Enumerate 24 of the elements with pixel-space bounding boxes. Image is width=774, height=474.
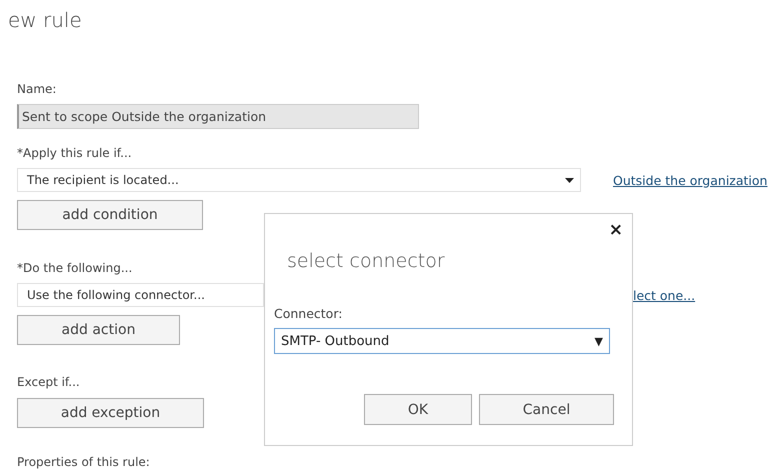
add-button[interactable]: add exception <box>17 398 204 428</box>
caret-icon: ▼ <box>594 334 603 348</box>
dropdown-value: Use the following connector... <box>27 288 205 302</box>
field-label: Connector: <box>274 306 342 323</box>
dialog-title: select connector <box>287 250 446 274</box>
field-label: Except if... <box>17 374 80 391</box>
connector-select[interactable]: SMTP- Outbound ▼ <box>274 328 610 354</box>
section-label: Properties of this rule: <box>17 454 150 471</box>
dropdown-field[interactable]: The recipient is located... <box>17 168 581 192</box>
dropdown-value: The recipient is located... <box>27 173 179 187</box>
link[interactable]: lect one... <box>633 288 696 302</box>
caret-icon <box>565 178 574 182</box>
dropdown-field[interactable]: Use the following connector... <box>17 283 264 307</box>
page-title: ew rule <box>7 7 83 34</box>
add-button[interactable]: add action <box>17 315 180 345</box>
field-label: *Do the following... <box>17 260 132 277</box>
cancel-button[interactable]: Cancel <box>479 394 614 425</box>
ok-button[interactable]: OK <box>364 394 472 425</box>
field-label: Name: <box>17 81 56 98</box>
close-button[interactable]: × <box>608 222 623 238</box>
link[interactable]: Outside the organization <box>613 172 768 188</box>
add-button[interactable]: add condition <box>17 200 203 230</box>
select-value: SMTP- Outbound <box>281 334 390 348</box>
field-label: *Apply this rule if... <box>17 145 132 162</box>
